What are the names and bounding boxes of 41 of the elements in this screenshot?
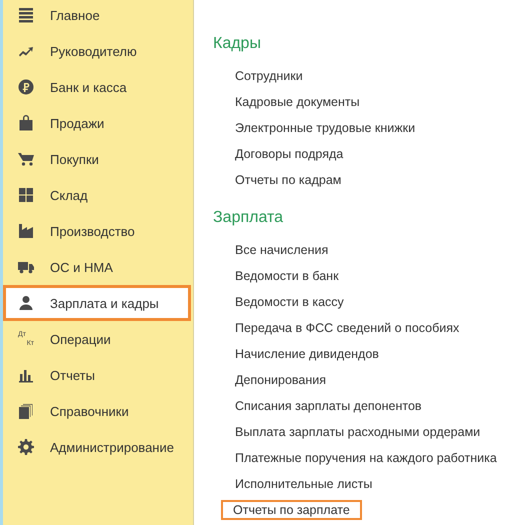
nav-link[interactable]: Все начисления xyxy=(233,240,330,260)
nav-link[interactable]: Ведомости в кассу xyxy=(233,292,346,312)
person-icon xyxy=(18,295,34,311)
nav-link[interactable]: Передача в ФСС сведений о пособиях xyxy=(233,318,462,338)
nav-link[interactable]: Начисление дивидендов xyxy=(233,344,381,364)
bar-chart-icon xyxy=(18,367,34,383)
section-heading: Кадры xyxy=(213,34,262,54)
sidebar-item[interactable]: ОС и НМА xyxy=(3,249,191,285)
sidebar-item[interactable]: Склад xyxy=(3,177,191,213)
nav-link[interactable]: Списания зарплаты депонентов xyxy=(233,396,424,416)
nav-link[interactable]: Кадровые документы xyxy=(233,92,362,112)
cart-icon xyxy=(18,151,34,167)
sidebar-item[interactable]: Администрирование xyxy=(3,429,191,465)
settings-icon xyxy=(18,439,34,455)
sidebar-item[interactable]: Справочники xyxy=(3,393,191,429)
ruble-icon xyxy=(18,79,34,95)
books-icon xyxy=(18,403,34,419)
nav-link[interactable]: Отчеты по кадрам xyxy=(233,170,344,190)
nav-link[interactable]: Отчеты по зарплате xyxy=(221,500,362,520)
nav-link[interactable]: Выплата зарплаты расходными ордерами xyxy=(233,422,482,442)
truck-icon xyxy=(18,259,34,275)
sidebar-item[interactable]: Главное xyxy=(3,0,191,33)
bag-icon xyxy=(18,115,34,131)
nav-link[interactable]: Договоры подряда xyxy=(233,144,346,164)
sidebar-item[interactable]: Продажи xyxy=(3,105,191,141)
sidebar-item[interactable]: Отчеты xyxy=(3,357,191,393)
grid-icon xyxy=(18,187,34,203)
nav-link[interactable]: Ведомости в банк xyxy=(233,266,341,286)
nav-link[interactable]: Платежные поручения на каждого работника xyxy=(233,448,499,468)
nav-link[interactable]: Электронные трудовые книжки xyxy=(233,118,418,138)
nav-link[interactable]: Депонирования xyxy=(233,370,328,390)
section-heading: Зарплата xyxy=(213,208,284,228)
sidebar-item[interactable]: Покупки xyxy=(3,141,191,177)
nav-link[interactable]: Исполнительные листы xyxy=(233,474,374,494)
sidebar-item[interactable]: Зарплата и кадры xyxy=(3,285,191,321)
factory-icon xyxy=(18,223,34,239)
sidebar-item[interactable]: Производство xyxy=(3,213,191,249)
nav-link[interactable]: Сотрудники xyxy=(233,66,305,86)
sidebar-item[interactable]: Банк и касса xyxy=(3,69,191,105)
menu-icon xyxy=(18,7,34,23)
sidebar-item[interactable]: Руководителю xyxy=(3,33,191,69)
